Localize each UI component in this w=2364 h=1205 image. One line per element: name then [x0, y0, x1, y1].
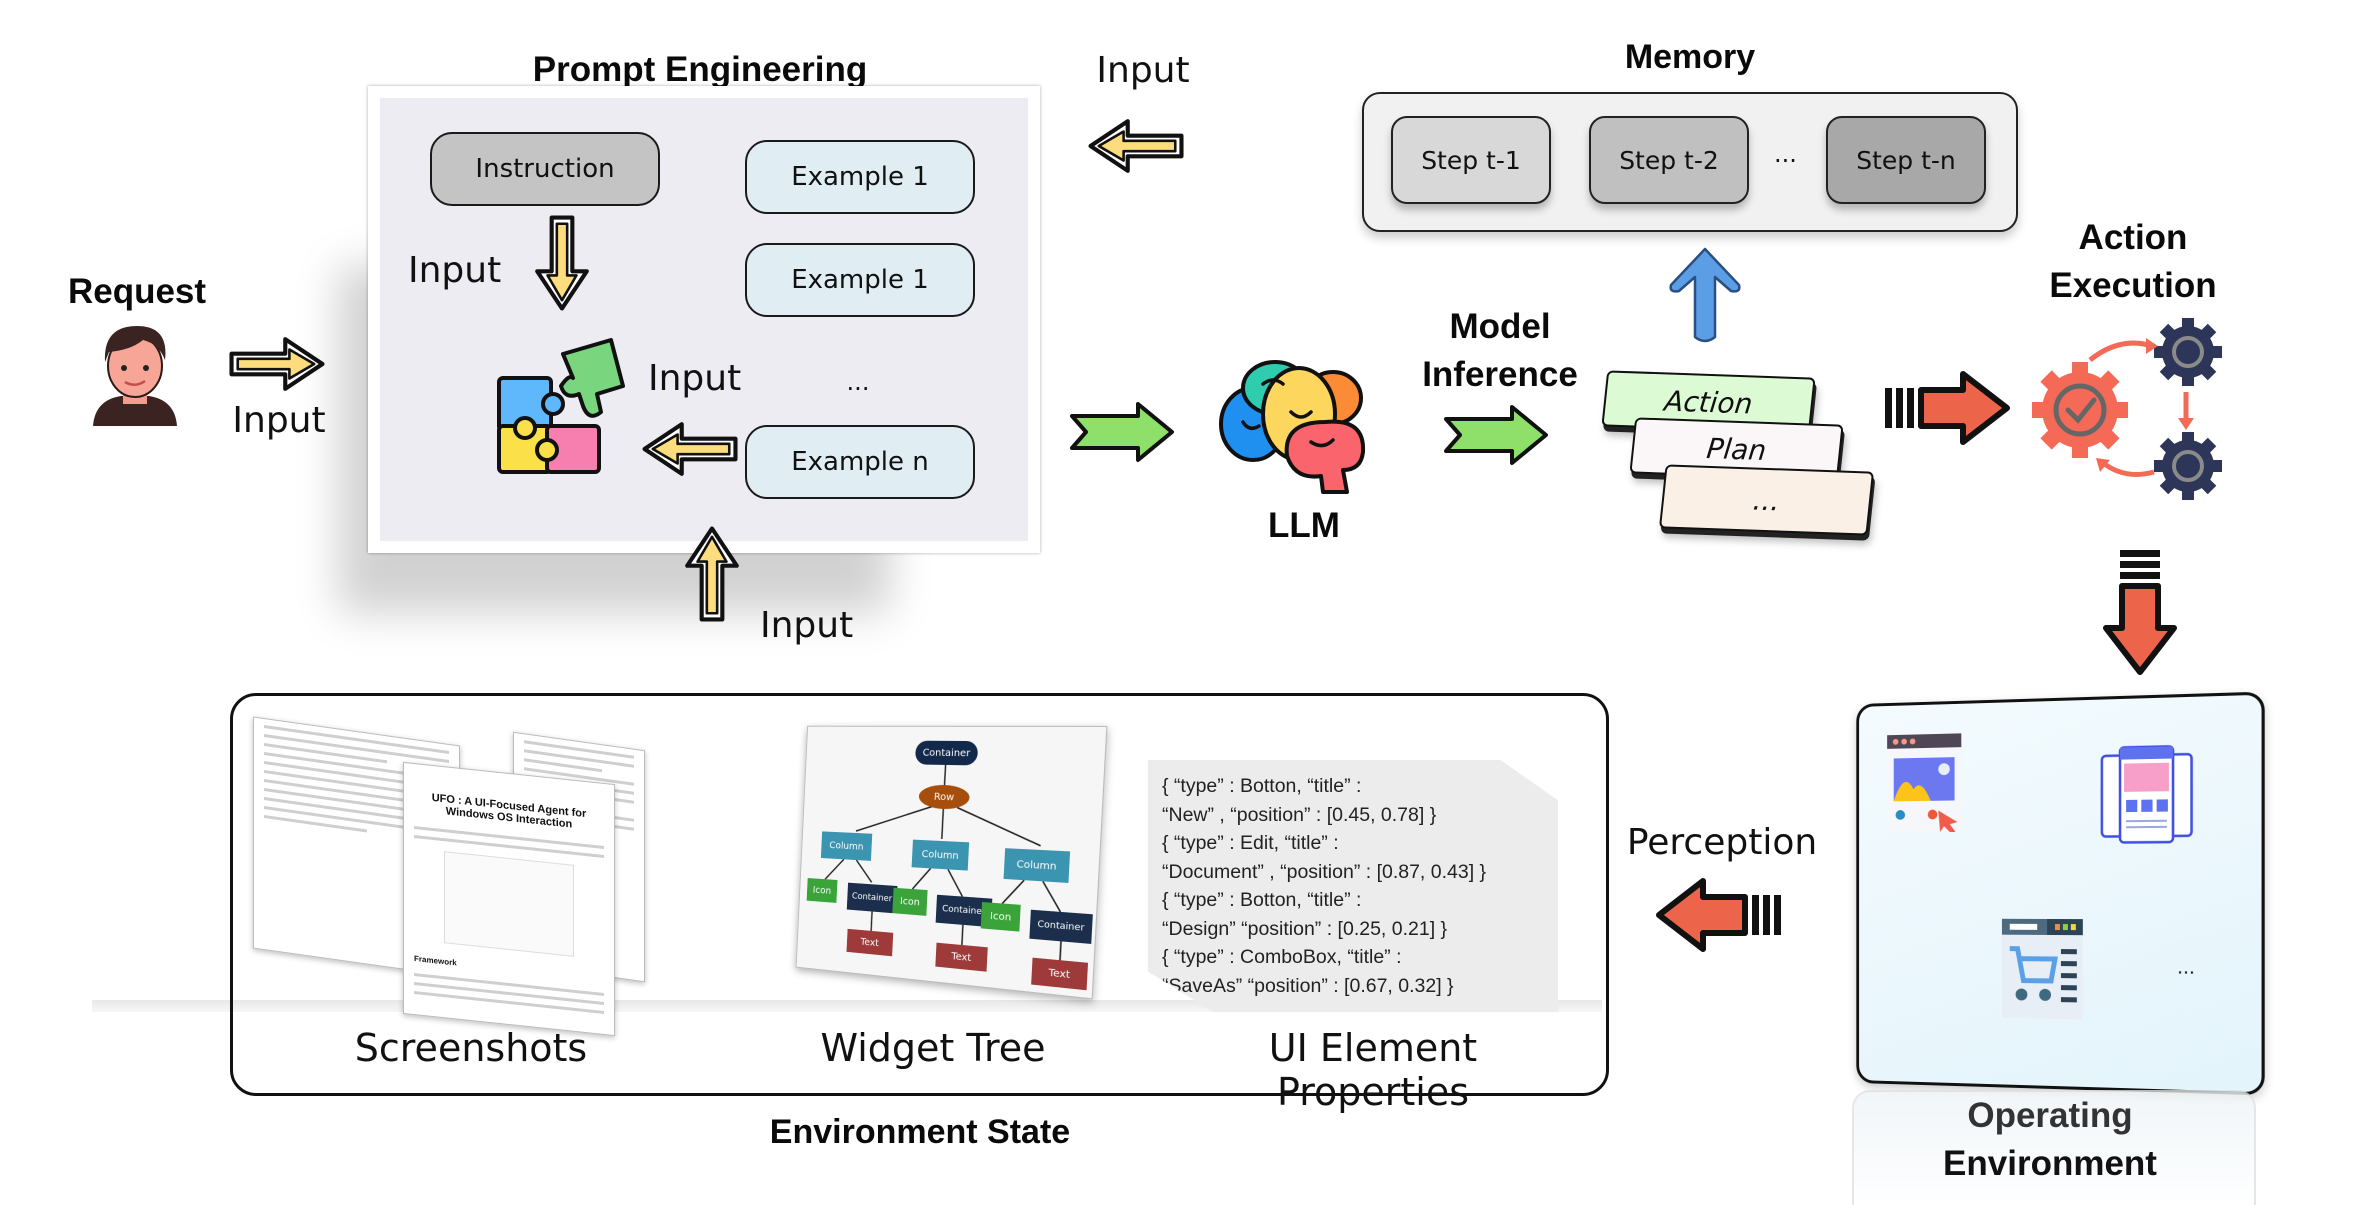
instruction-box: Instruction [430, 132, 660, 206]
ui-property-line: { “type” : Edit, “title” : [1162, 832, 1339, 854]
screenshot-figure [444, 851, 574, 957]
prompt-engineering-title: Prompt Engineering [532, 50, 868, 89]
ui-property-line: “SaveAs” “position” : [0.67, 0.32] } [1162, 974, 1454, 997]
widget-tree-diagram: Container Row Column Icon Container Text… [795, 725, 1108, 1000]
ui-property-line: “New” , “position” : [0.45, 0.78] } [1162, 803, 1437, 826]
inference-arrow-icon [1442, 403, 1552, 467]
env-input-arrow-up-icon [681, 522, 743, 626]
gears-cycle-icon [2030, 312, 2230, 502]
output-card-more: ... [1658, 464, 1875, 536]
examples-ellipsis: ... [846, 368, 870, 396]
instruction-input-label: Input [408, 250, 502, 291]
input-arrow-down-icon [531, 211, 593, 315]
operating-environment-panel: ... [1856, 691, 2265, 1096]
instruction-label: Instruction [475, 154, 615, 184]
ui-property-line: “Design” “position” : [0.25, 0.21] } [1162, 917, 1448, 940]
tree-node-root: Container [914, 740, 979, 766]
memory-ellipsis: ... [1774, 140, 1797, 168]
memory-step-label: Step t-n [1856, 145, 1956, 175]
memory-step-label: Step t-2 [1619, 145, 1719, 175]
operating-environment-title-line1: Operating [1967, 1096, 2133, 1135]
tree-node-column: Column [1003, 848, 1071, 883]
ui-properties-label: UI Element Properties [1268, 1026, 1478, 1114]
ui-property-line: “Document” , “position” : [0.87, 0.43] } [1162, 860, 1487, 883]
example-box: Example 1 [745, 140, 975, 214]
puzzle-icon [485, 326, 635, 476]
execute-arrow-icon [1883, 370, 2013, 446]
prompt-to-llm-arrow-icon [1068, 400, 1178, 464]
mobile-app-icon [2096, 736, 2198, 849]
example-box: Example 1 [745, 243, 975, 317]
input-arrow-left-icon [638, 418, 742, 480]
widget-tree-label: Widget Tree [820, 1026, 1046, 1070]
web-app-icon [1887, 733, 1963, 833]
screenshot-page: UFO : A UI-Focused Agent for Windows OS … [403, 761, 615, 1037]
perception-label: Perception [1626, 822, 1818, 863]
action-execution-title-line2: Execution [2049, 266, 2217, 305]
tree-node-text: Text [935, 942, 988, 972]
tree-node-column: Column [820, 831, 873, 861]
output-card-label: ... [1751, 483, 1782, 517]
request-input-label: Input [232, 400, 326, 441]
memory-step-label: Step t-1 [1421, 145, 1521, 175]
input-arrow-right-icon [225, 333, 329, 395]
llm-label: LLM [1268, 506, 1340, 545]
execute-down-arrow-icon [2102, 548, 2178, 678]
memory-step: Step t-2 [1589, 116, 1749, 204]
screenshots-label: Screenshots [354, 1026, 588, 1070]
screenshots-stack: UFO : A UI-Focused Agent for Windows OS … [253, 716, 645, 1037]
ui-properties-card: { “type” : Botton, “title” : “New” , “po… [1148, 760, 1558, 1012]
memory-step: Step t-n [1826, 116, 1986, 204]
request-title: Request [67, 272, 207, 311]
output-card-label: Action [1662, 383, 1755, 421]
memory-panel: Step t-1 Step t-2 ... Step t-n [1362, 92, 2018, 232]
prompt-engineering-panel: Instruction Example 1 Example 1 ... Exam… [368, 86, 1040, 553]
ui-property-line: { “type” : ComboBox, “title” : [1162, 946, 1402, 968]
memory-step: Step t-1 [1391, 116, 1551, 204]
env-input-label: Input [760, 605, 854, 646]
store-to-memory-arrow-icon [1669, 247, 1741, 343]
tree-node-text: Text [846, 928, 894, 957]
example-label: Example n [791, 447, 929, 477]
output-card-label: Plan [1705, 431, 1768, 467]
tree-node-text: Text [1031, 957, 1089, 991]
example-box: Example n [745, 425, 975, 499]
memory-input-arrow-icon [1084, 115, 1188, 177]
tree-node-container: Container [846, 882, 898, 914]
example-label: Example 1 [791, 162, 929, 192]
ui-property-line: { “type” : Botton, “title” : [1162, 775, 1362, 797]
tree-node-column: Column [911, 839, 970, 871]
model-inference-title-line1: Model [1449, 307, 1551, 346]
tree-node-icon: Icon [806, 878, 838, 903]
operating-environment-ellipsis: ... [2177, 957, 2195, 979]
perception-arrow-icon [1653, 877, 1783, 953]
tree-node-icon: Icon [980, 902, 1021, 932]
person-avatar-icon [85, 318, 185, 428]
memory-input-label: Input [1096, 50, 1190, 91]
model-inference-title-line2: Inference [1422, 355, 1578, 394]
memory-title: Memory [1624, 38, 1756, 76]
action-execution-title-line1: Action [2078, 218, 2188, 257]
brain-icon [1215, 352, 1375, 494]
tree-node-container: Container [1029, 909, 1093, 944]
operating-environment-title-line2: Environment [1943, 1144, 2157, 1183]
example-input-label: Input [648, 358, 742, 399]
ui-property-line: { “type” : Botton, “title” : [1162, 889, 1362, 911]
tree-node-icon: Icon [892, 887, 928, 916]
example-label: Example 1 [791, 265, 929, 295]
environment-state-title: Environment State [769, 1113, 1071, 1151]
shopping-app-icon [2002, 918, 2083, 1020]
